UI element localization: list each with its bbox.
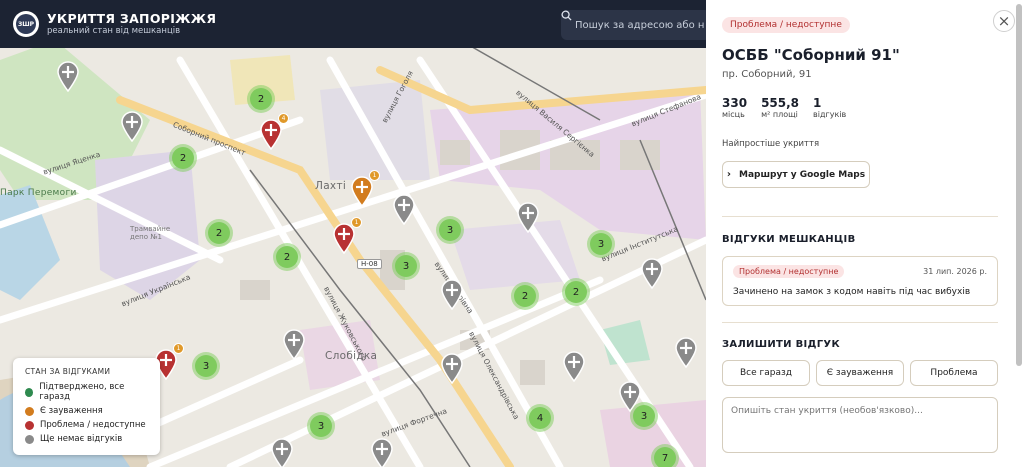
plus-icon (517, 202, 539, 233)
route-button[interactable]: › Маршрут у Google Maps (722, 161, 870, 188)
shelter-cluster[interactable]: 3 (587, 230, 615, 258)
app-subtitle: реальний стан від мешканців (47, 25, 181, 36)
app-logo: ЗШР (13, 11, 39, 37)
shelter-cluster[interactable]: 2 (169, 144, 197, 172)
stat-reviews: 1 відгуків (813, 96, 847, 119)
shelter-pin[interactable] (640, 257, 664, 289)
status-badge: Проблема / недоступне (722, 17, 850, 33)
pin-count-badge: 1 (369, 170, 380, 181)
chevron-right-icon: › (726, 169, 732, 180)
leave-review-heading: ЗАЛИШИТИ ВІДГУК (722, 339, 840, 350)
shelter-cluster[interactable]: 4 (526, 404, 554, 432)
plus-icon (371, 438, 393, 467)
shelter-type: Найпростіше укриття (722, 139, 820, 149)
legend-title: СТАН ЗА ВІДГУКАМИ (25, 367, 111, 376)
search-input[interactable] (575, 19, 705, 31)
review-textarea[interactable] (722, 397, 998, 453)
stat-area: 555,8 м² площі (761, 96, 800, 119)
stat-capacity: 330 місць (722, 96, 748, 119)
plus-icon (393, 194, 415, 225)
legend-item: Є зауваження (25, 406, 148, 416)
scrollbar[interactable] (1016, 4, 1022, 366)
search-box[interactable] (561, 10, 706, 40)
district-label: Слобідка (325, 350, 378, 362)
shelter-cluster[interactable]: 3 (307, 412, 335, 440)
shelter-pin[interactable] (56, 60, 80, 92)
shelter-pin[interactable]: 1 (350, 170, 380, 207)
plus-icon (641, 258, 663, 289)
shelter-cluster[interactable]: 3 (436, 216, 464, 244)
legend-item: Ще немає відгуків (25, 434, 148, 444)
legend: СТАН ЗА ВІДГУКАМИ Підтверджено, все гара… (13, 358, 160, 455)
plus-icon (57, 61, 79, 92)
map[interactable]: вулиця Яценка Соборний проспект вулиця У… (0, 0, 706, 467)
shelter-address: пр. Соборний, 91 (722, 69, 812, 80)
shelter-pin[interactable] (282, 328, 306, 360)
shelter-pin[interactable]: 4 (259, 113, 289, 150)
shelter-cluster[interactable]: 7 (651, 444, 679, 467)
legend-dot (25, 420, 34, 430)
shelter-pin[interactable] (392, 193, 416, 225)
shelter-pin[interactable] (370, 437, 394, 467)
shelter-cluster[interactable]: 3 (192, 352, 220, 380)
pin-count-badge: 4 (278, 113, 289, 124)
shelter-cluster[interactable]: 2 (273, 243, 301, 271)
search-icon (561, 10, 572, 21)
road-badge: Н-08 (357, 259, 382, 269)
review-choice-group: Все гаразд Є зауваження Проблема (722, 360, 998, 386)
close-icon: × (997, 12, 1011, 30)
shelter-pin[interactable] (674, 336, 698, 368)
district-label: Лахті (315, 180, 347, 192)
plus-icon (283, 329, 305, 360)
shelter-cluster[interactable]: 2 (247, 85, 275, 113)
divider (722, 216, 998, 217)
shelter-cluster[interactable]: 2 (562, 278, 590, 306)
plus-icon (271, 438, 293, 467)
shelter-pin[interactable] (562, 350, 586, 382)
close-button[interactable]: × (993, 10, 1015, 32)
plus-icon (563, 351, 585, 382)
review-text: Зачинено на замок з кодом навіть під час… (733, 287, 971, 297)
choice-ok-button[interactable]: Все гаразд (722, 360, 810, 386)
legend-dot (25, 434, 34, 444)
shelter-cluster[interactable]: 3 (392, 252, 420, 280)
choice-remarks-button[interactable]: Є зауваження (816, 360, 904, 386)
app-title: УКРИТТЯ ЗАПОРІЖЖЯ (47, 10, 217, 26)
shelter-cluster[interactable]: 2 (205, 219, 233, 247)
plus-icon (675, 337, 697, 368)
legend-dot (25, 387, 34, 397)
review-status-badge: Проблема / недоступне (733, 265, 845, 278)
pin-count-badge: 1 (351, 217, 362, 228)
shelter-details-panel: × Проблема / недоступне ОСББ "Соборний 9… (706, 0, 1024, 467)
shelter-name: ОСББ "Соборний 91" (722, 46, 900, 64)
legend-item: Підтверджено, все гаразд (25, 382, 148, 402)
review-date: 31 лип. 2026 р. (923, 267, 987, 276)
shelter-pin[interactable] (516, 201, 540, 233)
review-card: Проблема / недоступне 31 лип. 2026 р. За… (722, 256, 998, 306)
plus-icon (121, 111, 143, 142)
shelter-pin[interactable] (270, 437, 294, 467)
legend-dot (25, 406, 34, 416)
shelter-cluster[interactable]: 2 (511, 282, 539, 310)
area-label: Трамвайне депо №1 (130, 225, 171, 241)
shelter-pin[interactable] (618, 380, 642, 412)
reviews-heading: ВІДГУКИ МЕШКАНЦІВ (722, 234, 856, 245)
shelter-pin[interactable]: 1 (332, 217, 362, 254)
shelter-stats: 330 місць 555,8 м² площі 1 відгуків (722, 96, 846, 119)
plus-icon (619, 381, 641, 412)
choice-problem-button[interactable]: Проблема (910, 360, 998, 386)
district-label: Парк Перемоги (0, 188, 77, 198)
plus-icon (441, 353, 463, 384)
shelter-pin[interactable] (440, 352, 464, 384)
plus-icon (441, 279, 463, 310)
divider (722, 322, 998, 323)
legend-item: Проблема / недоступне (25, 420, 148, 430)
pin-count-badge: 1 (173, 343, 184, 354)
shelter-pin[interactable] (440, 278, 464, 310)
shelter-pin[interactable] (120, 110, 144, 142)
